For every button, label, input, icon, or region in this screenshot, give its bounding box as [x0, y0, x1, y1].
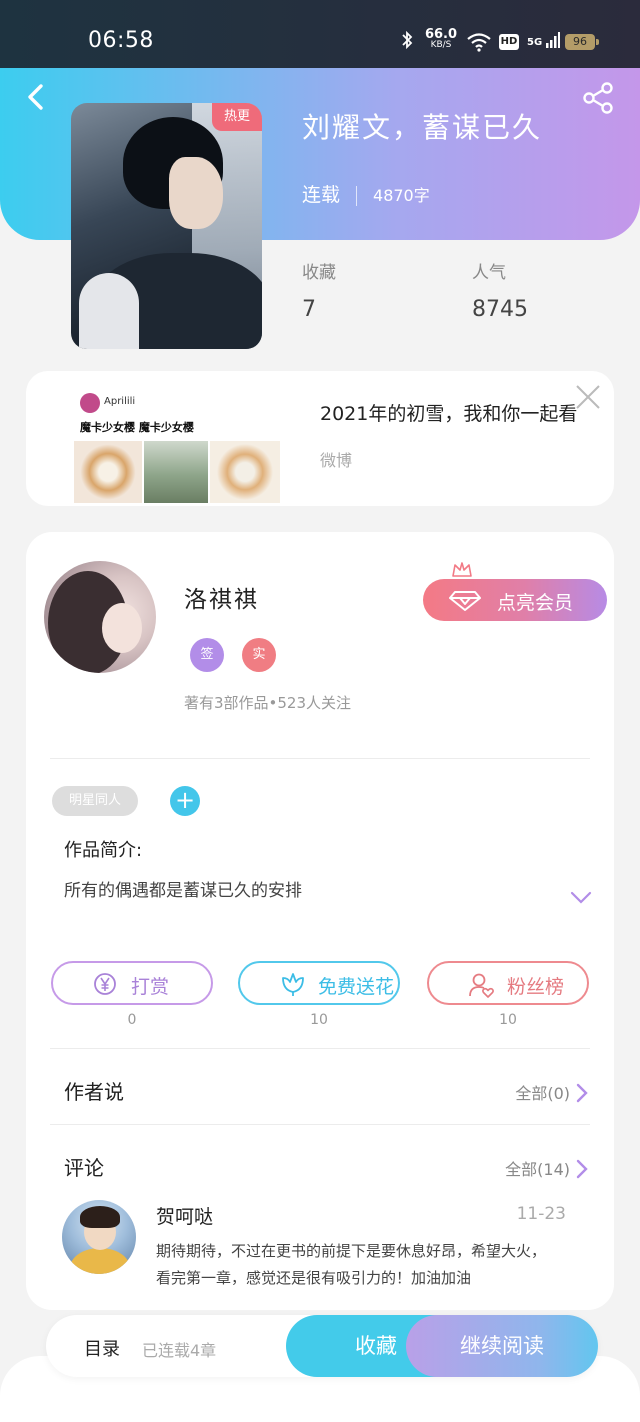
genre-tag[interactable]: 明星同人 [52, 786, 138, 816]
intro-label: 作品简介: [64, 840, 143, 861]
ad-thumbnail: Aprilili 魔卡少女樱 魔卡少女樱 [64, 385, 284, 503]
stat-value: 8745 [472, 297, 528, 322]
ad-thumb-caption: 魔卡少女樱 魔卡少女樱 [80, 421, 194, 434]
tip-count: 0 [127, 1012, 137, 1028]
bottom-bar: 目录 已连载4章 收藏 继续阅读 [46, 1315, 598, 1377]
book-status: 连载 4870字 [302, 180, 430, 207]
chevron-right-icon [576, 1159, 588, 1183]
word-count: 4870字 [373, 186, 430, 205]
chevron-down-icon[interactable] [570, 890, 592, 909]
status-bar: 06:58 66.0 KB/S HD 5G 96 [0, 0, 640, 68]
tip-button-label: 打赏 [131, 976, 170, 998]
fans-rank-label: 粉丝榜 [507, 976, 565, 998]
share-button[interactable] [580, 80, 616, 116]
comments-more[interactable]: 全部(14) [505, 1156, 588, 1183]
author-name[interactable]: 洛祺祺 [184, 580, 259, 614]
continue-reading-button[interactable]: 继续阅读 [406, 1315, 598, 1377]
comments-more-label: 全部(14) [505, 1160, 570, 1179]
toc-button[interactable]: 目录 [84, 1335, 120, 1361]
hot-badge: 热更 [212, 103, 262, 131]
send-flower-label: 免费送花 [318, 976, 395, 998]
verified-badge: 实 [242, 638, 276, 672]
fans-rank-button[interactable]: 粉丝榜 [427, 961, 589, 1005]
vip-button-label: 点亮会员 [497, 592, 574, 614]
back-button[interactable] [22, 82, 52, 112]
stat-value: 7 [302, 297, 316, 322]
fans-count: 10 [499, 1012, 517, 1028]
ad-thumb-user: Aprilili [104, 396, 136, 407]
wifi-icon [466, 32, 492, 56]
comment-date: 11-23 [516, 1204, 566, 1224]
vip-button[interactable]: 点亮会员 [423, 579, 607, 621]
chevron-right-icon [576, 1083, 588, 1107]
tip-button[interactable]: 打赏 [51, 961, 213, 1005]
status-time: 06:58 [88, 28, 154, 53]
stat-popularity: 人气 8745 [472, 258, 528, 322]
net-speed-unit: KB/S [430, 40, 452, 50]
diamond-icon [449, 591, 481, 616]
stat-label: 收藏 [302, 263, 336, 283]
stat-favorites: 收藏 7 [302, 258, 336, 322]
network-label: 5G [527, 37, 543, 48]
ad-title: 2021年的初雪，我和你一起看 [320, 403, 578, 425]
ad-source: 微博 [320, 451, 353, 470]
battery-icon: 96 [565, 34, 599, 50]
book-title: 刘耀文，蓄谋已久 [302, 111, 543, 144]
avatar[interactable] [44, 561, 156, 673]
add-tag-button[interactable]: + [170, 786, 200, 816]
author-meta: 著有3部作品•523人关注 [184, 694, 352, 712]
bluetooth-icon [400, 30, 414, 55]
divider [356, 185, 358, 206]
serial-status: 连载 [302, 184, 341, 206]
user-heart-icon [469, 972, 495, 1003]
author-notes-more[interactable]: 全部(0) [515, 1080, 588, 1107]
flower-count: 10 [310, 1012, 328, 1028]
stat-label: 人气 [472, 263, 506, 283]
chevron-left-icon [28, 84, 43, 110]
divider [50, 1124, 590, 1125]
share-icon [583, 82, 613, 114]
signed-badge: 签 [190, 638, 224, 672]
comments-title: 评论 [64, 1156, 104, 1180]
book-cover[interactable]: 热更 [71, 103, 262, 349]
ad-close-button[interactable] [574, 383, 602, 411]
intro-text: 所有的偶遇都是蓄谋已久的安排 [64, 881, 302, 901]
author-notes-title: 作者说 [64, 1080, 124, 1104]
author-notes-more-label: 全部(0) [515, 1084, 570, 1103]
comment-username[interactable]: 贺呵哒 [156, 1202, 213, 1229]
close-icon [576, 385, 600, 409]
yen-icon [93, 972, 117, 1001]
net-speed: 66.0 KB/S [424, 28, 458, 50]
send-flower-button[interactable]: 免费送花 [238, 961, 400, 1005]
comment-text: 期待期待，不过在更书的前提下是要休息好昂，希望大火，看完第一章，感觉还是很有吸引… [156, 1242, 547, 1287]
divider [50, 758, 590, 759]
avatar[interactable] [62, 1200, 136, 1274]
flower-icon [280, 972, 306, 1001]
author-card: 洛祺祺 签 实 著有3部作品•523人关注 点亮会员 明星同人 + 作品简介: … [26, 532, 614, 1310]
signal-icon: 5G [527, 32, 560, 48]
avatar [80, 393, 100, 413]
hd-badge: HD [499, 34, 519, 50]
ad-card[interactable]: Aprilili 魔卡少女樱 魔卡少女樱 2021年的初雪，我和你一起看 微博 [26, 371, 614, 506]
chapter-count: 已连载4章 [142, 1341, 217, 1360]
divider [50, 1048, 590, 1049]
